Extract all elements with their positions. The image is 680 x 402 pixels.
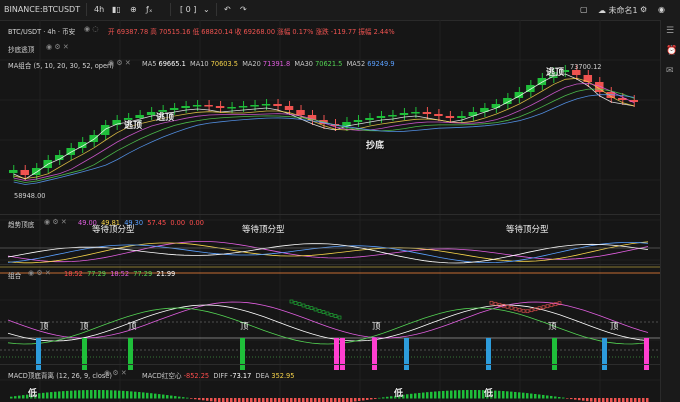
chart-area[interactable]: BTC/USDT · 4h · 币安 ◉ ◌ 开 69387.78 高 7051… [0,20,660,402]
right-toolbar: ☰ ⏰ ✉ [660,20,680,402]
annotation-ding-3: 顶 [128,322,137,332]
compare-icon[interactable]: ⊕ [130,5,137,14]
annotation-ding-5: 顶 [372,322,381,332]
undo-icon[interactable]: ↶ [224,5,231,14]
macd-values: MACD红空心 -852.25 DIFF -73.17 DEA 352.95 [142,372,295,380]
annotation-top-2: 逃顶 [156,113,175,123]
redo-icon[interactable]: ↷ [240,5,247,14]
pane-divider[interactable] [0,264,660,265]
annotation-di-2: 低 [394,389,404,399]
price-low-label: 58948.00 [14,192,46,200]
candles-icon[interactable]: ▮▯ [112,5,121,14]
pane-divider[interactable] [0,364,660,365]
top-toolbar: BINANCE:BTCUSDT 4h ▮▯ ⊕ ƒₓ [ 0 ] ⌄ ↶ ↷ ▢… [0,0,680,21]
annotation-ding-6: 顶 [548,322,557,332]
ohlc-readout: 开 69387.78 高 70515.16 低 68820.14 收 69268… [108,28,395,36]
interval-label[interactable]: 4h [94,5,104,14]
divider [170,3,171,16]
annotation-bottom: 抄底 [366,141,385,151]
chat-icon[interactable]: ✉ [666,66,674,76]
indicator-trend-name[interactable]: 趋势顶底 [8,219,34,229]
settings-icon[interactable]: ⚙ [640,5,647,14]
annotation-ding-1: 顶 [40,322,49,332]
indicator-bottom-fishing[interactable]: 抄底逃顶 [8,44,34,54]
eye-icon[interactable]: ◉ ◌ [84,25,98,33]
divider [86,3,87,16]
eye-icon[interactable]: ◉ ⚙ ✕ [44,218,67,226]
pane-divider[interactable] [0,214,660,215]
symbol-title: BTC/USDT · 4h · 币安 [8,28,76,36]
indicator-ma-name[interactable]: MA组合 (5, 10, 20, 30, 52, open) [8,60,114,70]
alert-icon[interactable]: ⏰ [666,46,677,56]
eye-icon[interactable]: ◉ ⚙ ✕ [104,369,127,377]
annotation-top-3: 逃顶 [546,68,565,78]
save-layout-button[interactable]: ☁ 未命名1 [598,5,638,16]
eye-icon[interactable]: ◉ ⚙ ✕ [108,59,131,67]
annotation-ding-2: 顶 [80,322,89,332]
indicator-combo-name[interactable]: 组合 [8,270,21,280]
annotation-di-3: 低 [484,389,494,399]
divider [216,3,217,16]
annotation-wait-3: 等待顶分型 [506,225,549,235]
annotation-di-1: 低 [28,389,38,399]
annotation-top-1: 逃顶 [124,121,143,131]
symbol-search[interactable]: BINANCE:BTCUSDT [4,5,80,14]
annotation-ding-7: 顶 [610,322,619,332]
combo-values: 18.52 77.29 18.52 77.29 21.99 [64,270,176,278]
layout-button[interactable]: [ 0 ] [180,5,196,14]
eye-icon[interactable]: ◉ ⚙ ✕ [46,43,69,51]
annotation-wait-2: 等待顶分型 [242,225,285,235]
fx-icon[interactable]: ƒₓ [146,5,152,14]
camera-icon[interactable]: ◉ [658,5,665,14]
chevron-down-icon[interactable]: ⌄ [203,5,210,14]
indicator-macd-name[interactable]: MACD顶底背离 (12, 26, 9, close) [8,370,112,380]
fullscreen-icon[interactable]: ▢ [580,5,588,14]
annotation-wait-1: 等待顶分型 [92,225,135,235]
annotation-ding-4: 顶 [240,322,249,332]
watchlist-icon[interactable]: ☰ [666,26,674,36]
layout-name: 未命名1 [608,6,638,15]
eye-icon[interactable]: ◉ ⚙ ✕ [28,269,51,277]
price-high-label: 73700.12 [570,63,602,71]
ma-values: MA5 69665.1 MA10 70603.5 MA20 71391.8 MA… [142,60,395,68]
